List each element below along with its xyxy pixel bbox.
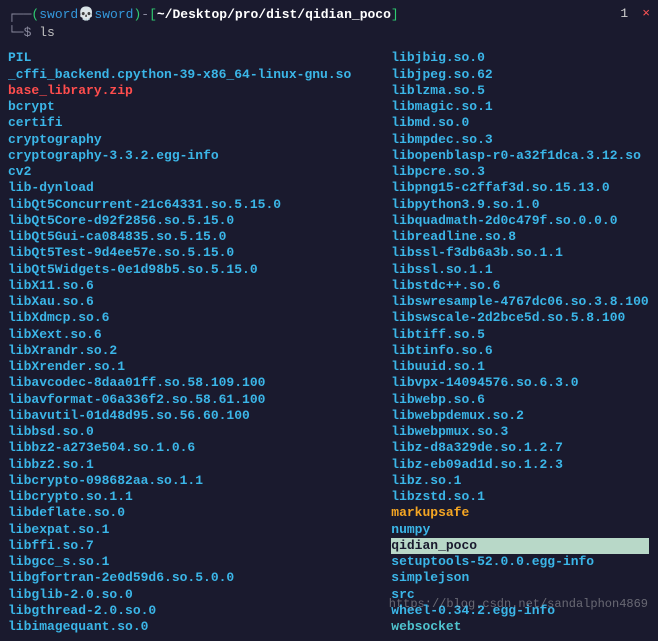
ls-entry: libmd.so.0 [391,115,648,131]
skull-icon: 💀 [78,7,94,22]
ls-entry: libbsd.so.0 [8,424,351,440]
command-text: ls [39,25,55,40]
ls-entry: setuptools-52.0.0.egg-info [391,554,648,570]
ls-entry: libtiff.so.5 [391,327,648,343]
ls-entry: libQt5Widgets-0e1d98b5.so.5.15.0 [8,262,351,278]
ls-entry: libQt5Core-d92f2856.so.5.15.0 [8,213,351,229]
ls-column-left: PIL_cffi_backend.cpython-39-x86_64-linux… [8,50,351,635]
ls-entry: libglib-2.0.so.0 [8,587,351,603]
ls-entry: libstdc++.so.6 [391,278,648,294]
ls-entry: libXdmcp.so.6 [8,310,351,326]
ls-entry: libswresample-4767dc06.so.3.8.100 [391,294,648,310]
ls-entry: PIL [8,50,351,66]
ls-entry: libzstd.so.1 [391,489,648,505]
ls-entry: libjbig.so.0 [391,50,648,66]
ls-entry: libz.so.1 [391,473,648,489]
ls-entry: libcrypto-098682aa.so.1.1 [8,473,351,489]
ls-entry: libgthread-2.0.so.0 [8,603,351,619]
ls-entry: libQt5Concurrent-21c64331.so.5.15.0 [8,197,351,213]
ls-entry: libswscale-2d2bce5d.so.5.8.100 [391,310,648,326]
ls-entry: cv2 [8,164,351,180]
ls-entry: websocket [391,619,648,635]
ls-entry: liblzma.so.5 [391,83,648,99]
command-line[interactable]: └─$ ls [8,24,650,42]
ls-entry: libssl.so.1.1 [391,262,648,278]
ls-entry: libgcc_s.so.1 [8,554,351,570]
ls-entry: libQt5Gui-ca084835.so.5.15.0 [8,229,351,245]
ls-entry: libgfortran-2e0d59d6.so.5.0.0 [8,570,351,586]
close-icon[interactable]: × [642,6,650,21]
ls-entry: libpcre.so.3 [391,164,648,180]
ls-entry: libbz2.so.1 [8,457,351,473]
ls-entry: libz-d8a329de.so.1.2.7 [391,440,648,456]
ls-entry: libz-eb09ad1d.so.1.2.3 [391,457,648,473]
ls-entry: libdeflate.so.0 [8,505,351,521]
ls-entry: libpython3.9.so.1.0 [391,197,648,213]
ls-entry: libwebpmux.so.3 [391,424,648,440]
ls-entry: libjpeg.so.62 [391,67,648,83]
ls-entry: _cffi_backend.cpython-39-x86_64-linux-gn… [8,67,351,83]
ls-entry: markupsafe [391,505,648,521]
ls-entry: libmagic.so.1 [391,99,648,115]
ls-entry: lib-dynload [8,180,351,196]
ls-entry: libavformat-06a336f2.so.58.61.100 [8,392,351,408]
ls-entry: libXext.so.6 [8,327,351,343]
ls-entry: simplejson [391,570,648,586]
ls-entry: qidian_poco [391,538,648,554]
ls-entry: libwebpdemux.so.2 [391,408,648,424]
ls-entry: libexpat.so.1 [8,522,351,538]
ls-entry: cryptography [8,132,351,148]
ls-entry: libXrender.so.1 [8,359,351,375]
ls-entry: libopenblasp-r0-a32f1dca.3.12.so [391,148,648,164]
ls-entry: libavcodec-8daa01ff.so.58.109.100 [8,375,351,391]
ls-entry: libavutil-01d48d95.so.56.60.100 [8,408,351,424]
ls-entry: libmpdec.so.3 [391,132,648,148]
ls-entry: certifi [8,115,351,131]
ls-entry: libQt5Test-9d4ee57e.so.5.15.0 [8,245,351,261]
ls-entry: libssl-f3db6a3b.so.1.1 [391,245,648,261]
ls-entry: bcrypt [8,99,351,115]
ls-entry: libXrandr.so.2 [8,343,351,359]
ls-entry: libXau.so.6 [8,294,351,310]
ls-entry: libuuid.so.1 [391,359,648,375]
prompt-host: sword [94,7,133,22]
ls-entry: libX11.so.6 [8,278,351,294]
shell-prompt: ┌──(sword💀sword)-[~/Desktop/pro/dist/qid… [8,6,650,24]
prompt-cwd: ~/Desktop/pro/dist/qidian_poco [157,7,391,22]
ls-entry: libtinfo.so.6 [391,343,648,359]
ls-entry: libimagequant.so.0 [8,619,351,635]
ls-entry: libquadmath-2d0c479f.so.0.0.0 [391,213,648,229]
ls-entry: libbz2-a273e504.so.1.0.6 [8,440,351,456]
ls-entry: base_library.zip [8,83,351,99]
ls-entry: wheel-0.34.2.egg-info [391,603,648,619]
terminal-window: 1 × ┌──(sword💀sword)-[~/Desktop/pro/dist… [0,0,658,641]
ls-entry: libreadline.so.8 [391,229,648,245]
ls-entry: libvpx-14094576.so.6.3.0 [391,375,648,391]
ls-entry: src [391,587,648,603]
prompt-user: sword [39,7,78,22]
ls-entry: cryptography-3.3.2.egg-info [8,148,351,164]
ls-column-right: libjbig.so.0libjpeg.so.62liblzma.so.5lib… [391,50,648,635]
tmux-status: 1 × [616,6,650,21]
ls-entry: libpng15-c2ffaf3d.so.15.13.0 [391,180,648,196]
pane-number: 1 [616,6,632,21]
ls-entry: libwebp.so.6 [391,392,648,408]
ls-entry: libcrypto.so.1.1 [8,489,351,505]
ls-output: PIL_cffi_backend.cpython-39-x86_64-linux… [8,50,650,635]
ls-entry: libffi.so.7 [8,538,351,554]
ls-entry: numpy [391,522,648,538]
